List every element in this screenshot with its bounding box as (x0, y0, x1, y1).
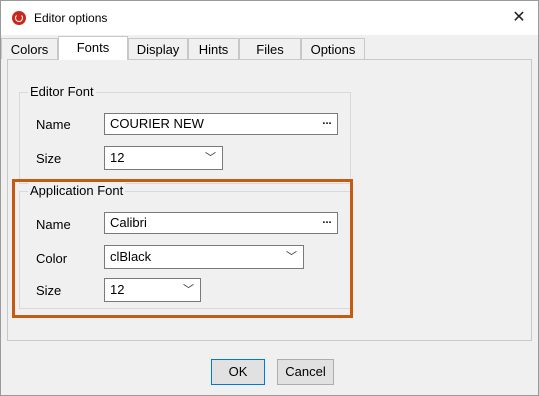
tab-colors[interactable]: Colors (1, 38, 58, 59)
editor-font-size-select[interactable]: 12 ﹀ (104, 146, 223, 170)
application-font-browse-button[interactable]: ... (317, 213, 337, 233)
application-font-name-label: Name (36, 217, 71, 232)
fonts-tab-panel: Editor Font Name COURIER NEW ... Size 12… (7, 59, 532, 341)
application-font-color-select[interactable]: clBlack ﹀ (104, 245, 304, 269)
application-font-size-label: Size (36, 283, 62, 298)
chevron-down-icon: ﹀ (205, 152, 216, 164)
dialog-button-bar: OK Cancel (1, 341, 538, 395)
editor-font-name-field[interactable]: COURIER NEW (104, 113, 338, 135)
editor-font-size-value: 12 (110, 150, 125, 165)
application-font-group: Application Font Name Calibri ... Color … (19, 183, 351, 309)
editor-font-group: Editor Font Name COURIER NEW ... Size 12… (19, 84, 351, 184)
close-icon[interactable]: ✕ (506, 5, 532, 31)
window-title: Editor options (34, 11, 108, 25)
tab-display[interactable]: Display (128, 38, 188, 59)
tab-hints[interactable]: Hints (188, 38, 239, 59)
ok-button[interactable]: OK (211, 359, 265, 385)
application-font-name-field[interactable]: Calibri (104, 212, 338, 234)
title-bar: Editor options ✕ (1, 1, 538, 35)
tab-options[interactable]: Options (301, 38, 365, 59)
cancel-button[interactable]: Cancel (277, 359, 334, 385)
application-font-title: Application Font (28, 183, 126, 198)
tab-strip: Colors Fonts Display Hints Files Options (1, 36, 538, 60)
chevron-down-icon: ﹀ (286, 251, 297, 263)
editor-font-size-label: Size (36, 151, 62, 166)
application-font-color-label: Color (36, 251, 68, 266)
editor-font-title: Editor Font (28, 84, 96, 99)
application-font-color-value: clBlack (110, 249, 152, 264)
application-font-size-select[interactable]: 12 ﹀ (104, 278, 201, 302)
editor-font-name-label: Name (36, 117, 71, 132)
tab-files[interactable]: Files (239, 38, 301, 59)
editor-options-dialog: Editor options ✕ Colors Fonts Display Hi… (0, 0, 539, 396)
editor-font-browse-button[interactable]: ... (317, 114, 337, 134)
tab-fonts[interactable]: Fonts (58, 36, 128, 60)
chevron-down-icon: ﹀ (183, 284, 194, 296)
application-font-size-value: 12 (110, 282, 125, 297)
app-logo-icon (12, 11, 26, 25)
